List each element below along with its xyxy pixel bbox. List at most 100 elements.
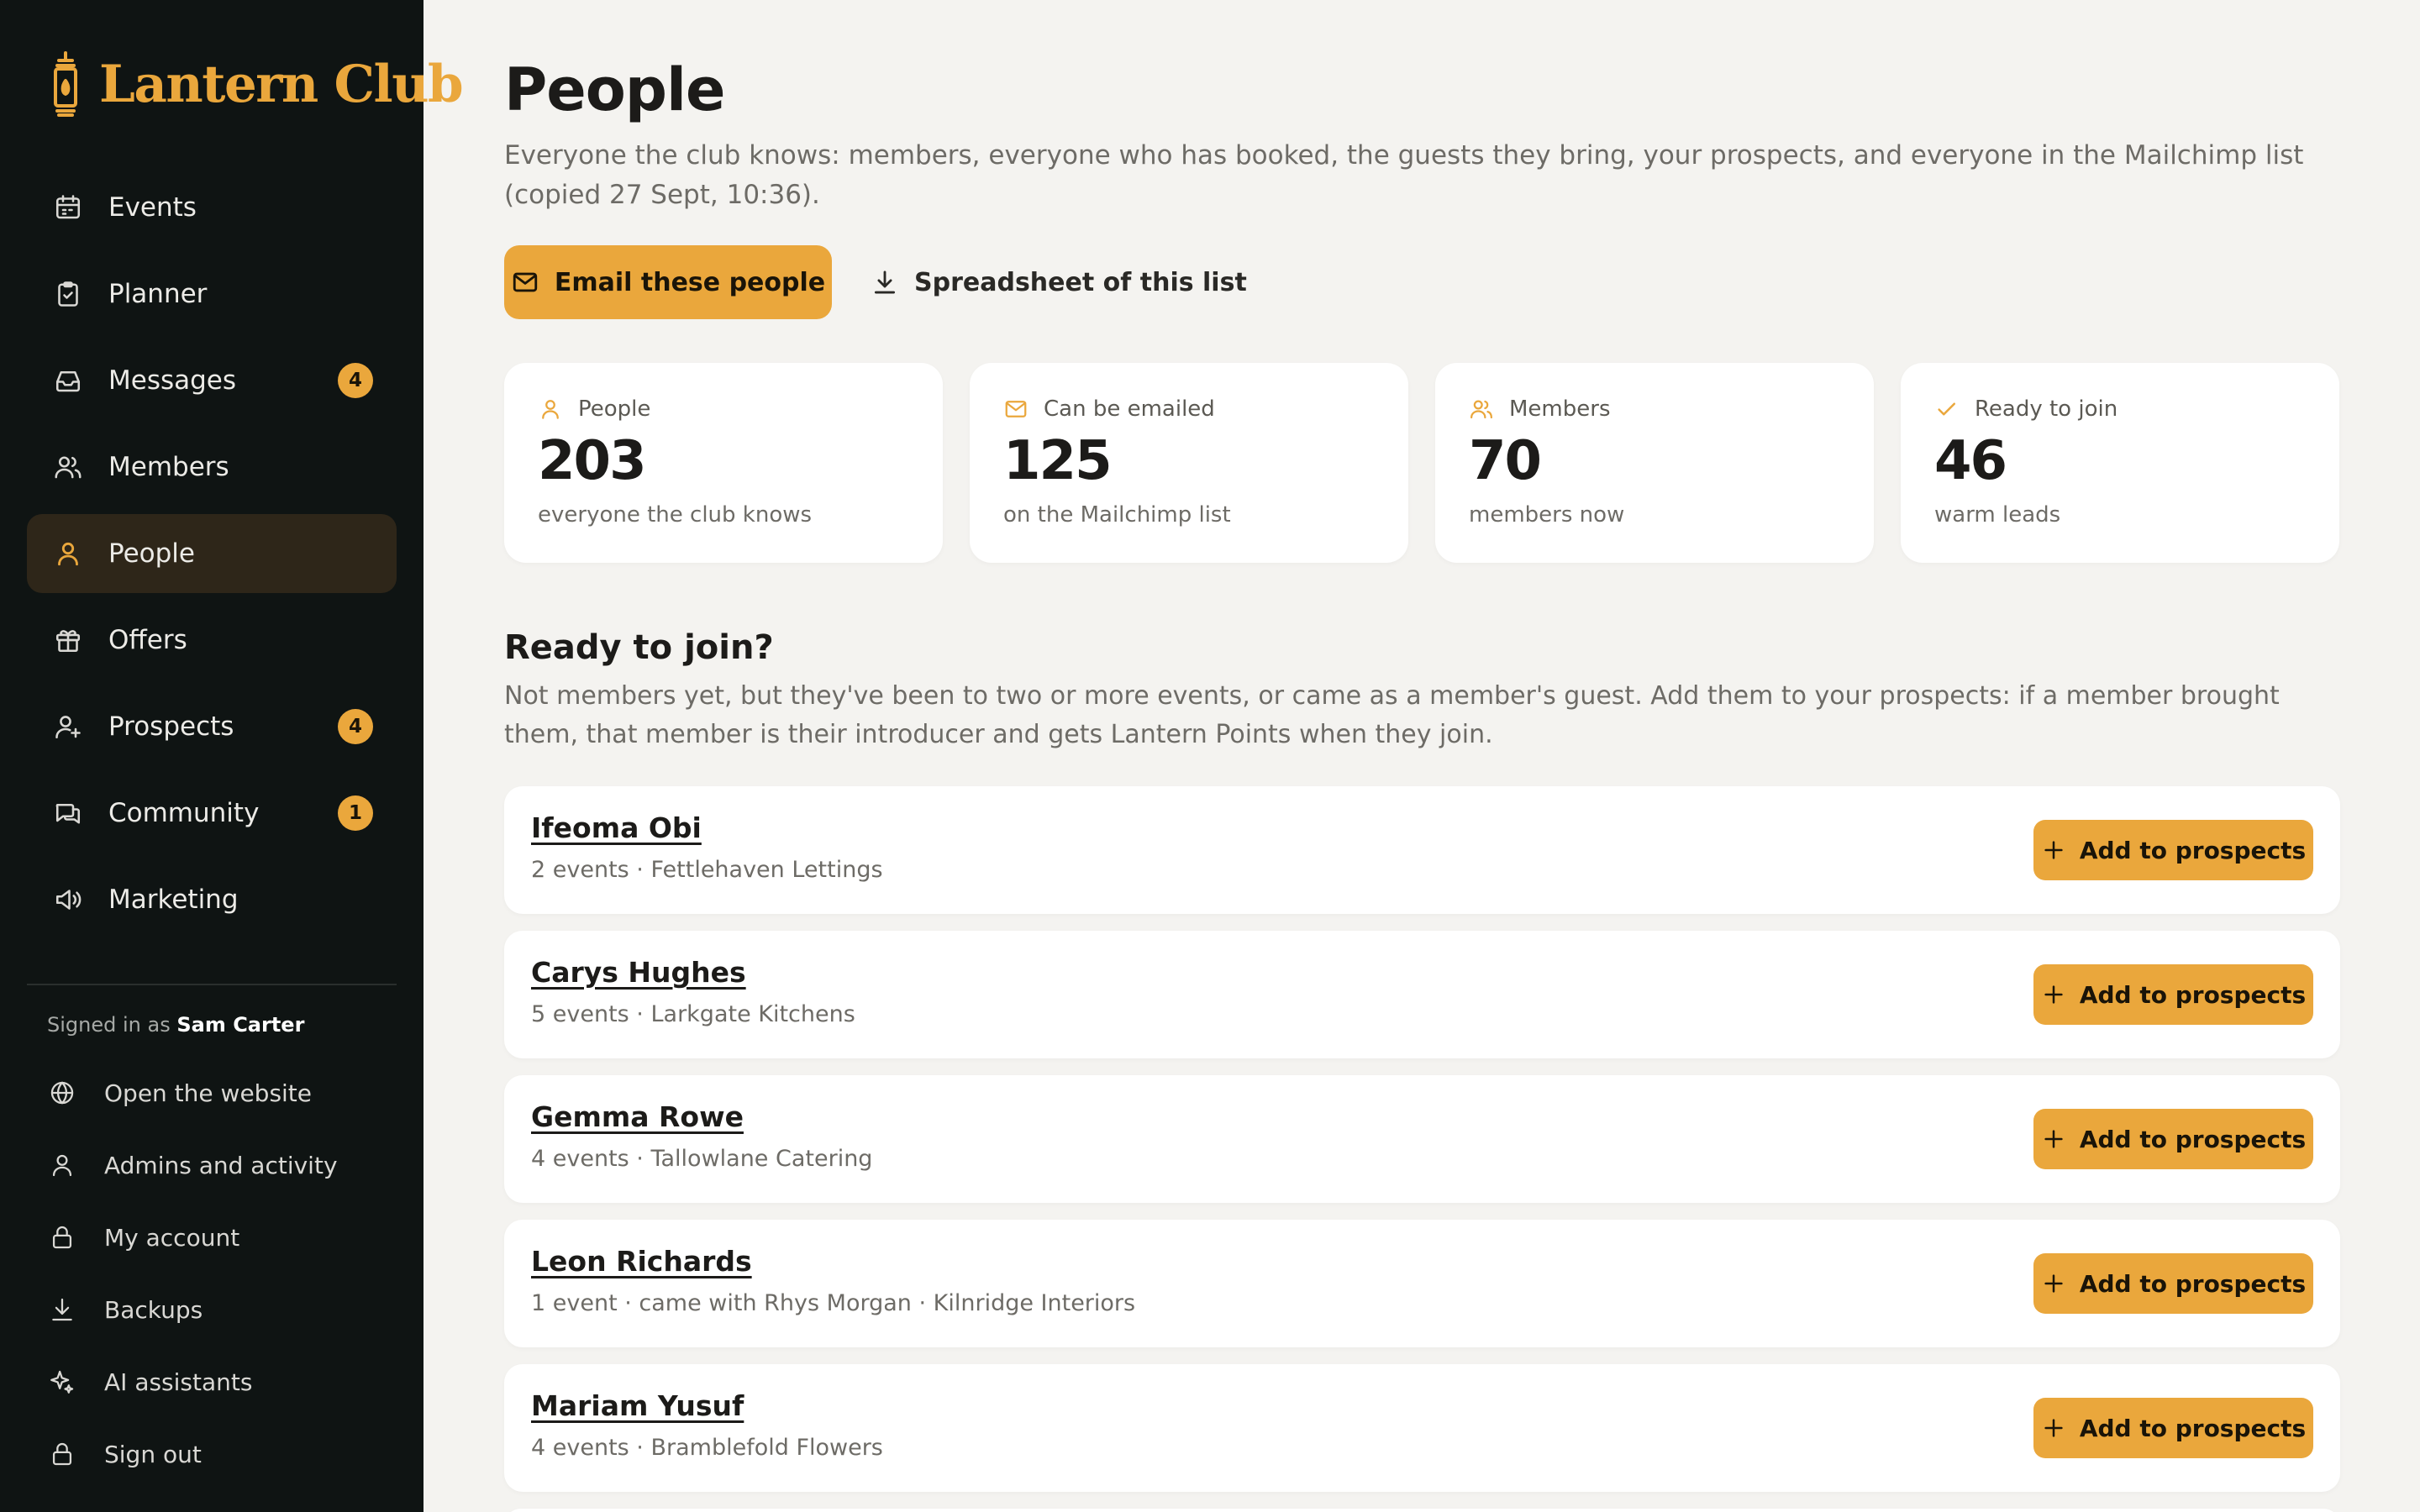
signed-in-prefix: Signed in as — [47, 1013, 171, 1037]
add-to-prospects-button[interactable]: Add to prospects — [2033, 1398, 2313, 1458]
add-to-prospects-button[interactable]: Add to prospects — [2033, 964, 2313, 1025]
nav-label: Offers — [108, 625, 187, 655]
nav-item-people[interactable]: People — [27, 514, 397, 593]
stat-caption: everyone the club knows — [538, 502, 813, 528]
nav-label: Marketing — [108, 885, 239, 915]
user-plus-icon — [52, 711, 84, 743]
person-name-link[interactable]: Leon Richards — [531, 1245, 752, 1278]
clipboard-check-icon — [52, 278, 84, 310]
nav-item-events[interactable]: Events — [27, 168, 397, 247]
plus-icon — [2044, 1274, 2063, 1293]
spreadsheet-label: Spreadsheet of this list — [914, 267, 1247, 297]
add-to-prospects-label: Add to prospects — [2079, 1414, 2307, 1442]
user-icon — [542, 400, 559, 419]
stat-value: 46 — [1934, 430, 2007, 492]
stat-label: Can be emailed — [1044, 396, 1215, 422]
stat-header: People — [538, 396, 909, 422]
stat-caption: warm leads — [1934, 502, 2061, 528]
spreadsheet-button[interactable]: Spreadsheet of this list — [871, 245, 1247, 319]
admins-activity-link[interactable]: Admins and activity — [47, 1129, 400, 1201]
download-icon — [47, 1294, 77, 1325]
nav-label: Members — [108, 452, 229, 482]
nav-label: Messages — [108, 365, 237, 396]
stat-card-emailable: Can be emailed 125 on the Mailchimp list — [970, 363, 1408, 563]
list-item: Leon Richards 1 event · came with Rhys M… — [504, 1220, 2340, 1347]
add-to-prospects-button[interactable]: Add to prospects — [2033, 1253, 2313, 1314]
backups-link[interactable]: Backups — [47, 1273, 400, 1346]
ready-list: Ifeoma Obi 2 events · Fettlehaven Lettin… — [504, 786, 2340, 1512]
stat-label: People — [578, 396, 651, 422]
chat-icon — [52, 797, 84, 829]
sub-nav-label: Sign out — [104, 1440, 202, 1468]
globe-icon — [47, 1078, 77, 1108]
nav-item-prospects[interactable]: Prospects 4 — [27, 687, 397, 766]
my-account-link[interactable]: My account — [47, 1201, 400, 1273]
person-meta: 5 events · Larkgate Kitchens — [531, 1001, 855, 1027]
nav-label: Community — [108, 798, 260, 828]
brand-name: Lantern Club — [99, 54, 464, 114]
brand-logo[interactable]: Lantern Club — [50, 49, 464, 119]
add-to-prospects-button[interactable]: Add to prospects — [2033, 820, 2313, 880]
sidebar: Lantern Club Events Planner Messages 4 M… — [0, 0, 464, 1512]
ready-section-title: Ready to join? — [504, 628, 774, 667]
nav-item-offers[interactable]: Offers — [27, 601, 397, 680]
open-website-link[interactable]: Open the website — [47, 1057, 400, 1129]
download-icon — [874, 270, 896, 294]
list-item — [504, 1509, 2340, 1512]
person-meta: 2 events · Fettlehaven Lettings — [531, 857, 883, 883]
prospects-badge: 4 — [338, 709, 373, 744]
add-to-prospects-label: Add to prospects — [2079, 836, 2307, 864]
nav-label: Planner — [108, 279, 208, 309]
mail-icon — [1005, 401, 1027, 417]
users-icon — [52, 451, 84, 483]
sub-nav-label: Admins and activity — [104, 1151, 338, 1179]
plus-icon — [2044, 985, 2063, 1004]
person-meta: 1 event · came with Rhys Morgan · Kilnri… — [531, 1290, 1136, 1316]
list-item: Mariam Yusuf 4 events · Bramblefold Flow… — [504, 1364, 2340, 1492]
add-to-prospects-label: Add to prospects — [2079, 1125, 2307, 1153]
email-people-button[interactable]: Email these people — [504, 245, 832, 319]
sidebar-divider — [27, 984, 397, 985]
sign-out-link[interactable]: Sign out — [47, 1418, 400, 1490]
signed-in-user: Sam Carter — [176, 1013, 305, 1037]
stat-header: Can be emailed — [1003, 396, 1375, 422]
nav-item-community[interactable]: Community 1 — [27, 774, 397, 853]
plus-icon — [2044, 841, 2063, 859]
lock-icon — [47, 1222, 77, 1252]
inbox-icon — [52, 365, 84, 396]
page-description: Everyone the club knows: members, everyo… — [504, 140, 2304, 210]
nav-label: People — [108, 538, 195, 569]
users-icon — [1470, 400, 1492, 419]
nav-item-marketing[interactable]: Marketing — [27, 860, 397, 939]
stat-caption: on the Mailchimp list — [1003, 502, 1231, 528]
person-name-link[interactable]: Gemma Rowe — [531, 1100, 744, 1133]
main-nav: Events Planner Messages 4 Members People… — [27, 168, 397, 947]
sub-nav-label: My account — [104, 1223, 240, 1252]
add-to-prospects-button[interactable]: Add to prospects — [2033, 1109, 2313, 1169]
email-people-label: Email these people — [554, 267, 826, 297]
plus-icon — [2044, 1419, 2063, 1437]
community-badge: 1 — [338, 795, 373, 831]
sub-nav-label: Open the website — [104, 1079, 313, 1107]
ai-assistants-link[interactable]: AI assistants — [47, 1346, 400, 1418]
megaphone-icon — [52, 884, 84, 916]
messages-badge: 4 — [338, 363, 373, 398]
stat-header: Members — [1469, 396, 1840, 422]
person-name-link[interactable]: Mariam Yusuf — [531, 1389, 744, 1422]
nav-label: Events — [108, 192, 197, 223]
person-meta: 4 events · Tallowlane Catering — [531, 1146, 873, 1172]
nav-item-planner[interactable]: Planner — [27, 255, 397, 333]
person-name-link[interactable]: Carys Hughes — [531, 956, 746, 989]
nav-item-messages[interactable]: Messages 4 — [27, 341, 397, 420]
page-title: People — [504, 55, 725, 124]
signed-in-status: Signed in as Sam Carter — [47, 1013, 304, 1037]
sparkle-icon — [47, 1367, 77, 1397]
stat-label: Members — [1509, 396, 1611, 422]
stat-caption: members now — [1469, 502, 1625, 528]
stat-card-people: People 203 everyone the club knows — [504, 363, 943, 563]
stat-card-ready: Ready to join 46 warm leads — [1901, 363, 2339, 563]
list-item: Gemma Rowe 4 events · Tallowlane Caterin… — [504, 1075, 2340, 1203]
person-meta: 4 events · Bramblefold Flowers — [531, 1435, 883, 1461]
nav-item-members[interactable]: Members — [27, 428, 397, 507]
person-name-link[interactable]: Ifeoma Obi — [531, 811, 702, 844]
